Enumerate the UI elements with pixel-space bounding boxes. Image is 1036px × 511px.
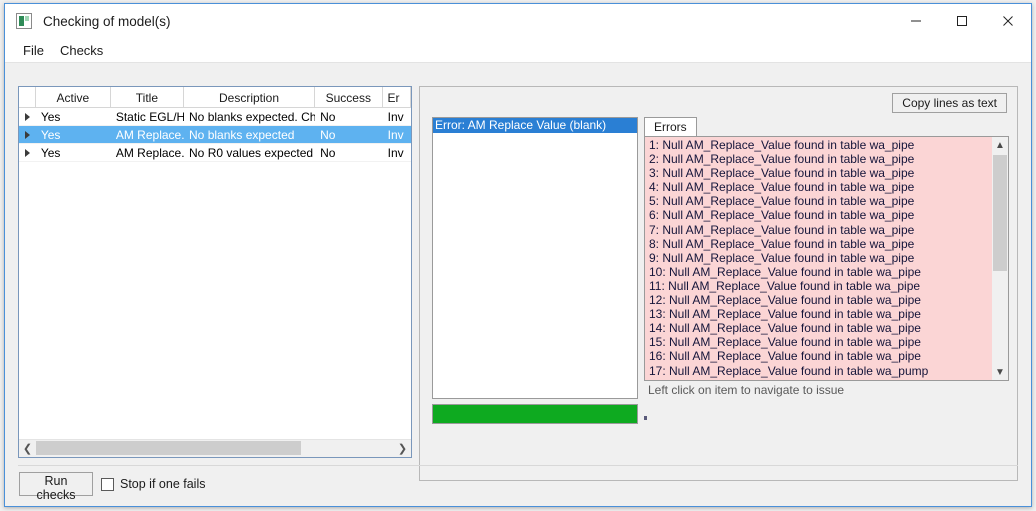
cell-success: No — [320, 146, 336, 160]
row-indicator-icon — [19, 126, 36, 143]
grid-header-row: Active Title Description Success Er — [19, 87, 411, 108]
scroll-thumb[interactable] — [36, 441, 301, 455]
footer-separator — [18, 465, 1018, 466]
list-item[interactable]: 13: Null AM_Replace_Value found in table… — [645, 307, 991, 321]
menu-item-checks[interactable]: Checks — [52, 41, 111, 60]
row-indicator-icon — [19, 108, 36, 125]
grid-header-active[interactable]: Active — [36, 87, 111, 107]
details-panel: Copy lines as text Error: AM Replace Val… — [419, 86, 1018, 481]
errors-list[interactable]: 1: Null AM_Replace_Value found in table … — [645, 137, 991, 380]
copy-lines-as-text-button[interactable]: Copy lines as text — [892, 93, 1007, 113]
cell-description: No R0 values expected — [189, 146, 314, 160]
run-checks-button[interactable]: Run checks — [19, 472, 93, 502]
minimize-icon[interactable] — [893, 4, 939, 38]
scroll-left-icon[interactable]: ❮ — [19, 440, 36, 457]
grid-header-success[interactable]: Success — [315, 87, 383, 107]
list-item[interactable]: 14: Null AM_Replace_Value found in table… — [645, 321, 991, 335]
grid-header-indicator — [19, 87, 36, 107]
stop-if-one-fails-checkbox[interactable] — [101, 477, 114, 491]
table-row[interactable]: Yes Static EGL/H... No blanks expected. … — [19, 108, 411, 126]
title-bar: Checking of model(s) — [5, 4, 1031, 38]
list-item[interactable]: 15: Null AM_Replace_Value found in table… — [645, 335, 991, 349]
list-item[interactable]: 17: Null AM_Replace_Value found in table… — [645, 364, 991, 378]
cell-description: No blanks expected — [189, 128, 295, 142]
grid-horizontal-scrollbar[interactable]: ❮ ❯ — [19, 439, 411, 457]
list-item[interactable]: 4: Null AM_Replace_Value found in table … — [645, 180, 991, 194]
cell-errors: Inv — [387, 128, 404, 142]
list-item[interactable]: 11: Null AM_Replace_Value found in table… — [645, 279, 991, 293]
list-item[interactable]: 2: Null AM_Replace_Value found in table … — [645, 152, 991, 166]
list-item[interactable]: 5: Null AM_Replace_Value found in table … — [645, 194, 991, 208]
progress-bar — [432, 404, 638, 424]
table-row[interactable]: Yes AM Replace... No R0 values expected … — [19, 144, 411, 162]
close-icon[interactable] — [985, 4, 1031, 38]
list-item[interactable]: 9: Null AM_Replace_Value found in table … — [645, 251, 991, 265]
application-window: Checking of model(s) File Checks Active … — [0, 0, 1036, 511]
navigate-hint-label: Left click on item to navigate to issue — [648, 383, 845, 397]
window-controls — [893, 4, 1031, 38]
grid-header-title[interactable]: Title — [111, 87, 184, 107]
list-item[interactable]: 8: Null AM_Replace_Value found in table … — [645, 237, 991, 251]
list-item[interactable]: 18: Null AM_Replace_Value found in table… — [645, 378, 991, 380]
scroll-thumb[interactable] — [993, 155, 1007, 271]
cell-errors: Inv — [387, 146, 404, 160]
cell-active: Yes — [40, 146, 61, 160]
scroll-down-icon[interactable]: ▼ — [992, 364, 1008, 380]
app-icon — [16, 13, 32, 29]
menu-item-file[interactable]: File — [15, 41, 52, 60]
row-indicator-icon — [19, 144, 36, 161]
scroll-right-icon[interactable]: ❯ — [394, 440, 411, 457]
errors-vertical-scrollbar[interactable]: ▲ ▼ — [991, 137, 1008, 380]
list-item[interactable]: 6: Null AM_Replace_Value found in table … — [645, 208, 991, 222]
errors-tabstrip: Errors — [644, 117, 1009, 137]
grid-header-description[interactable]: Description — [184, 87, 316, 107]
progress-marker — [644, 416, 647, 420]
scroll-track[interactable] — [36, 440, 394, 457]
errors-listbox[interactable]: 1: Null AM_Replace_Value found in table … — [644, 136, 1009, 381]
cell-description: No blanks expected. Ch... — [189, 110, 316, 124]
list-item[interactable]: 7: Null AM_Replace_Value found in table … — [645, 223, 991, 237]
list-item[interactable]: Error: AM Replace Value (blank) — [433, 118, 637, 133]
progress-bar-fill — [433, 405, 637, 423]
content-area: Active Title Description Success Er Yes … — [5, 63, 1031, 506]
cell-title: AM Replace... — [115, 146, 185, 160]
cell-errors: Inv — [387, 110, 404, 124]
window-frame: Checking of model(s) File Checks Active … — [4, 3, 1032, 507]
grid-header-errors[interactable]: Er — [383, 87, 411, 107]
stop-if-one-fails-control[interactable]: Stop if one fails — [101, 477, 205, 491]
cell-title: Static EGL/H... — [115, 110, 184, 124]
list-item[interactable]: 16: Null AM_Replace_Value found in table… — [645, 349, 991, 363]
list-item[interactable]: 10: Null AM_Replace_Value found in table… — [645, 265, 991, 279]
tab-errors[interactable]: Errors — [644, 117, 697, 137]
stop-if-one-fails-label: Stop if one fails — [120, 477, 206, 491]
list-item[interactable]: 1: Null AM_Replace_Value found in table … — [645, 138, 991, 152]
cell-active: Yes — [40, 110, 61, 124]
cell-title: AM Replace... — [115, 128, 185, 142]
window-title: Checking of model(s) — [43, 13, 171, 29]
scroll-up-icon[interactable]: ▲ — [992, 137, 1008, 153]
issue-items-list[interactable]: Error: AM Replace Value (blank) — [432, 117, 638, 399]
maximize-icon[interactable] — [939, 4, 985, 38]
cell-success: No — [320, 110, 336, 124]
cell-success: No — [320, 128, 336, 142]
menu-bar: File Checks — [5, 38, 1031, 62]
table-row[interactable]: Yes AM Replace... No blanks expected No … — [19, 126, 411, 144]
cell-active: Yes — [40, 128, 61, 142]
list-item[interactable]: 3: Null AM_Replace_Value found in table … — [645, 166, 991, 180]
checks-grid-panel: Active Title Description Success Er Yes … — [18, 86, 412, 458]
list-item[interactable]: 12: Null AM_Replace_Value found in table… — [645, 293, 991, 307]
